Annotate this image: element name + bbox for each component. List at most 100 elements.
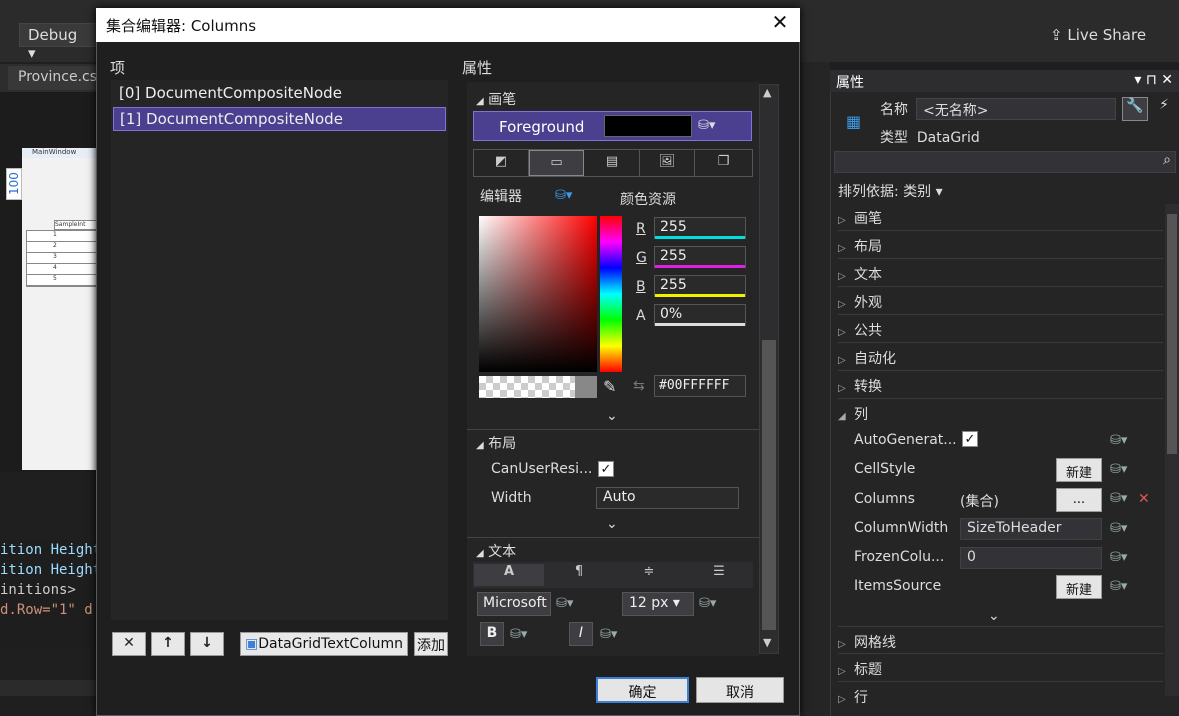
type-label: 类型 DataGrid bbox=[880, 130, 980, 146]
italic-button[interactable]: I bbox=[569, 622, 593, 646]
code-line: ition Height= bbox=[0, 562, 97, 578]
g-slider[interactable] bbox=[655, 265, 745, 268]
list-item-selected[interactable]: [1] DocumentCompositeNode bbox=[113, 107, 446, 131]
clear-icon[interactable]: ✕ bbox=[1138, 491, 1150, 507]
category-layout[interactable]: ▷ 布局 bbox=[838, 231, 1163, 259]
database-icon[interactable]: ⛁▾ bbox=[698, 118, 715, 133]
hex-field[interactable]: #00FFFFFF bbox=[654, 375, 746, 397]
move-up-button[interactable]: ↑ bbox=[151, 632, 185, 656]
autogenerate-checkbox[interactable]: ✓ bbox=[962, 431, 978, 447]
move-down-button[interactable]: ↓ bbox=[190, 632, 224, 656]
category-appearance[interactable]: ▷ 外观 bbox=[838, 287, 1163, 315]
database-icon[interactable]: ⛁▾ bbox=[510, 627, 527, 642]
scroll-down-icon[interactable]: ▼ bbox=[763, 636, 771, 649]
live-share-button[interactable]: ⇪ Live Share bbox=[1050, 26, 1146, 44]
solid-brush-icon[interactable]: ▭ bbox=[529, 150, 584, 176]
xaml-code[interactable]: ition Height= ition Height= initions> d.… bbox=[0, 540, 97, 650]
cancel-button[interactable]: 取消 bbox=[696, 677, 784, 703]
font-tab-icon[interactable]: A bbox=[474, 564, 544, 586]
bold-button[interactable]: B bbox=[480, 622, 504, 646]
code-line: ition Height= bbox=[0, 542, 97, 558]
itemssource-new-button[interactable]: 新建 bbox=[1056, 575, 1102, 599]
frozencolumn-field[interactable]: 0 bbox=[960, 547, 1102, 569]
r-slider[interactable] bbox=[655, 236, 745, 239]
saturation-value-picker[interactable] bbox=[479, 216, 597, 372]
eyedropper-icon[interactable]: ✎ bbox=[603, 377, 616, 396]
database-icon[interactable]: ⛁▾ bbox=[1110, 521, 1127, 536]
category-gridlines[interactable]: ▷ 网格线 bbox=[838, 626, 1163, 654]
no-brush-icon[interactable]: ◩ bbox=[474, 150, 529, 176]
spacing-tab-icon[interactable]: ≑ bbox=[614, 564, 684, 586]
database-icon[interactable]: ⛁▾ bbox=[600, 627, 617, 642]
class-icon: ▣ bbox=[245, 636, 259, 652]
code-line: initions> bbox=[0, 582, 76, 598]
list-tab-icon[interactable]: ☰ bbox=[684, 564, 754, 586]
list-item[interactable]: [0] DocumentCompositeNode bbox=[113, 82, 446, 106]
ok-button[interactable]: 确定 bbox=[596, 677, 689, 703]
database-icon[interactable]: ⛁▾ bbox=[555, 188, 572, 203]
can-user-resize-checkbox[interactable]: ✓ bbox=[598, 461, 614, 477]
tab-province-cs[interactable]: Province.cs bbox=[8, 66, 97, 90]
wrench-icon[interactable]: 🔧 bbox=[1122, 97, 1148, 121]
expand-chevron-icon[interactable]: ⌄ bbox=[606, 516, 618, 532]
database-icon[interactable]: ⛁▾ bbox=[1110, 550, 1127, 565]
sort-dropdown[interactable]: 排列依据: 类别 ▾ bbox=[838, 181, 943, 201]
columns-edit-button[interactable]: ... bbox=[1056, 488, 1102, 512]
add-type-combo[interactable]: ▣DataGridTextColumn bbox=[240, 632, 408, 656]
dialog-scroll-thumb[interactable] bbox=[762, 340, 776, 630]
database-icon[interactable]: ⛁▾ bbox=[1110, 579, 1127, 594]
lightning-icon[interactable]: ⚡ bbox=[1152, 97, 1176, 121]
close-icon[interactable]: ▾ ⊓ ✕ bbox=[1134, 72, 1173, 88]
section-layout[interactable]: ◢ 布局 bbox=[476, 433, 516, 453]
category-transform[interactable]: ▷ 转换 bbox=[838, 371, 1163, 399]
image-brush-icon[interactable]: 🖼 bbox=[640, 150, 695, 176]
database-icon[interactable]: ⛁▾ bbox=[1110, 491, 1127, 506]
search-icon: ⌕ bbox=[1163, 152, 1171, 168]
paragraph-tab-icon[interactable]: ¶ bbox=[544, 564, 614, 586]
columnwidth-field[interactable]: SizeToHeader bbox=[960, 518, 1102, 540]
category-brush[interactable]: ▷ 画笔 bbox=[838, 203, 1163, 231]
category-automation[interactable]: ▷ 自动化 bbox=[838, 343, 1163, 371]
b-slider[interactable] bbox=[655, 294, 745, 297]
font-family-combo[interactable]: Microsoft bbox=[477, 592, 551, 616]
section-brush[interactable]: ◢ 画笔 bbox=[476, 89, 516, 109]
resource-brush-icon[interactable]: ❐ bbox=[696, 150, 751, 176]
foreground-swatch[interactable] bbox=[604, 115, 692, 137]
config-dropdown[interactable]: Debug ▾ bbox=[19, 23, 97, 62]
current-color-swatch bbox=[575, 376, 597, 398]
category-headers[interactable]: ▷ 标题 bbox=[838, 654, 1163, 682]
a-slider[interactable] bbox=[655, 323, 745, 326]
expand-chevron-icon[interactable]: ⌄ bbox=[606, 408, 618, 424]
properties-scroll-thumb[interactable] bbox=[1167, 214, 1177, 454]
close-icon[interactable]: ✕ bbox=[768, 10, 792, 38]
row-ruler: 100 bbox=[6, 168, 22, 200]
prop-autogenerate-label: AutoGenerat... bbox=[854, 432, 957, 448]
category-columns[interactable]: ◢ 列 bbox=[838, 399, 1163, 427]
hue-slider[interactable] bbox=[600, 216, 622, 372]
cellstyle-new-button[interactable]: 新建 bbox=[1056, 458, 1102, 482]
font-size-combo[interactable]: 12 px ▾ bbox=[622, 592, 694, 616]
category-common[interactable]: ▷ 公共 bbox=[838, 315, 1163, 343]
section-text[interactable]: ◢ 文本 bbox=[476, 541, 516, 561]
swap-icon[interactable]: ⇆ bbox=[633, 378, 645, 394]
width-field[interactable]: Auto bbox=[596, 487, 739, 509]
database-icon[interactable]: ⛁▾ bbox=[1110, 462, 1127, 477]
database-icon[interactable]: ⛁▾ bbox=[556, 596, 573, 611]
scroll-up-icon[interactable]: ▲ bbox=[763, 86, 771, 99]
datagrid-icon: ▦ bbox=[846, 112, 862, 131]
category-text[interactable]: ▷ 文本 bbox=[838, 259, 1163, 287]
design-canvas[interactable] bbox=[22, 156, 97, 470]
remove-button[interactable]: ✕ bbox=[112, 632, 146, 656]
name-field[interactable]: <无名称> bbox=[916, 98, 1116, 120]
gradient-brush-icon[interactable]: ▤ bbox=[585, 150, 640, 176]
category-rows[interactable]: ▷ 行 bbox=[838, 682, 1163, 710]
expand-chevron-icon[interactable]: ⌄ bbox=[988, 608, 1000, 624]
database-icon[interactable]: ⛁▾ bbox=[1110, 433, 1127, 448]
width-label: Width bbox=[491, 490, 532, 506]
property-search-input[interactable]: ⌕ bbox=[834, 151, 1176, 173]
horizontal-scrollbar[interactable] bbox=[0, 680, 97, 696]
database-icon[interactable]: ⛁▾ bbox=[699, 596, 716, 611]
share-icon: ⇪ bbox=[1050, 26, 1063, 44]
add-button[interactable]: 添加 bbox=[414, 632, 448, 656]
color-resources-tab[interactable]: 颜色资源 bbox=[620, 189, 676, 209]
